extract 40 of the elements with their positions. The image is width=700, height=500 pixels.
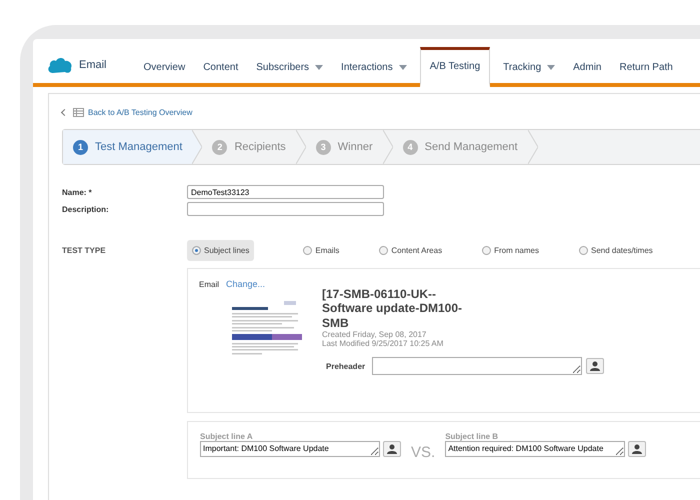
subject-label: Subject line A — [200, 432, 254, 441]
change-link[interactable]: Change... — [226, 279, 266, 289]
list-icon — [73, 108, 84, 117]
field-label: Name: * — [62, 188, 93, 196]
personalization-button[interactable] — [383, 441, 401, 457]
email-label: Email — [199, 280, 220, 288]
person-icon — [632, 444, 642, 454]
back-link[interactable]: Back to A/B Testing Overview — [88, 108, 192, 117]
description-input[interactable] — [187, 202, 384, 216]
app-name: Email — [79, 59, 107, 71]
radio-option[interactable]: Emails — [298, 240, 344, 261]
radio-option[interactable]: Subject lines — [187, 240, 254, 261]
name-input[interactable]: DemoTest33123 — [187, 185, 384, 199]
subject-label: Subject line B — [445, 432, 500, 441]
nav-tab[interactable]: Content — [194, 51, 248, 87]
radio-option[interactable]: Content Areas — [374, 240, 448, 261]
field-label: Description: — [62, 204, 110, 214]
cloud-logo-icon — [47, 56, 73, 74]
radio-option[interactable]: Send dates/times — [574, 240, 658, 261]
nav-tab[interactable]: Overview — [134, 51, 194, 87]
preheader-field[interactable] — [372, 357, 582, 376]
section-label: TEST TYPE — [62, 246, 107, 255]
modified-date: Last Modified 9/25/2017 10:25 AM — [322, 339, 444, 348]
nav-tab[interactable]: Interactions — [332, 51, 416, 87]
created-date: Created Friday, Sep 08, 2017 — [322, 330, 428, 340]
person-icon — [590, 361, 600, 372]
nav-tab[interactable]: Subscribers — [247, 51, 332, 87]
preheader-label: Preheader — [326, 362, 366, 371]
email-title: [17-SMB-06110-UK--Software update-DM100-SMB — [322, 287, 464, 330]
nav-tab[interactable]: Tracking — [494, 51, 564, 87]
subject-field[interactable]: Attention required: DM100 Software Update — [445, 441, 626, 457]
radio-option[interactable]: From names — [477, 240, 544, 261]
nav-tab[interactable]: Admin — [564, 51, 610, 87]
subject-field[interactable]: Important: DM100 Software Update — [200, 441, 380, 457]
versus-label: VS. — [411, 444, 436, 461]
personalization-button[interactable] — [628, 441, 646, 457]
personalization-button[interactable] — [586, 358, 604, 374]
nav-tab[interactable]: A/B Testing — [420, 47, 490, 87]
person-icon — [387, 444, 397, 454]
nav-tab[interactable]: Return Path — [610, 51, 682, 87]
